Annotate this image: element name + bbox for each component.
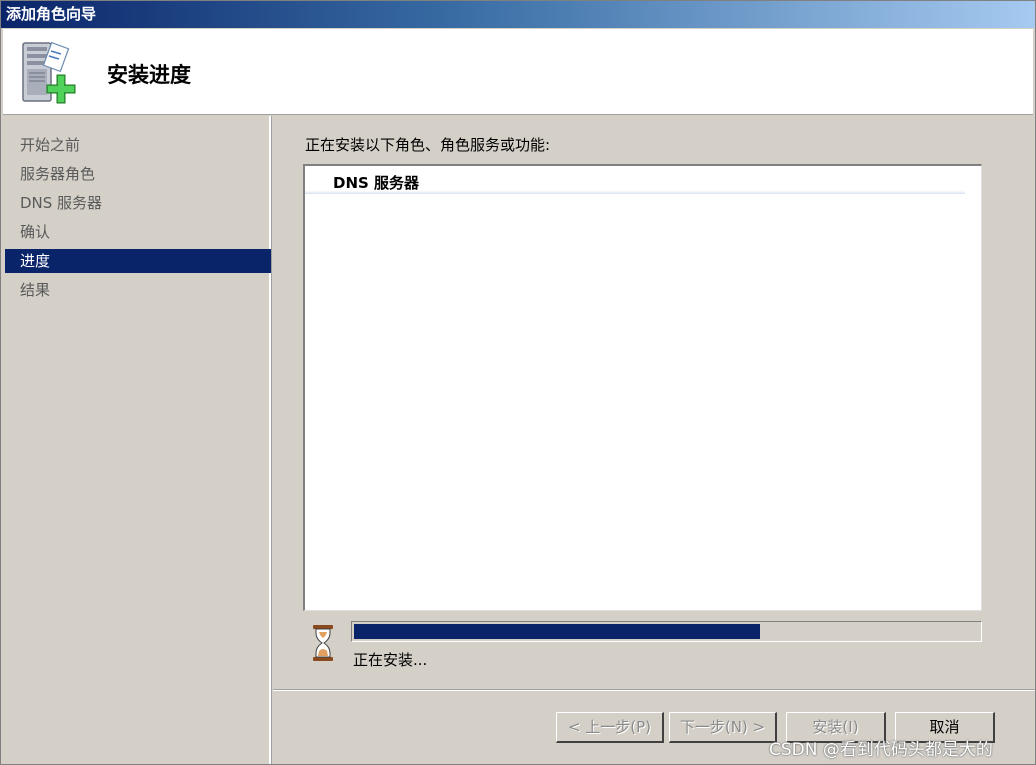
installing-items-list[interactable]: DNS 服务器 (303, 164, 982, 611)
hourglass-icon (313, 625, 333, 661)
footer-separator (273, 689, 1035, 691)
nav-step-server-roles[interactable]: 服务器角色 (5, 162, 271, 186)
nav-step-confirmation[interactable]: 确认 (5, 220, 271, 244)
next-button[interactable]: 下一步(N) > (669, 712, 777, 743)
nav-step-before-you-begin[interactable]: 开始之前 (5, 133, 271, 157)
installing-intro-label: 正在安装以下角色、角色服务或功能: (305, 136, 551, 154)
list-item-label: DNS 服务器 (333, 174, 420, 192)
watermark-text: CSDN @看到代码头都是大的 (769, 740, 993, 760)
previous-button[interactable]: < 上一步(P) (556, 712, 664, 743)
list-item: DNS 服务器 (305, 168, 965, 194)
nav-step-results[interactable]: 结果 (5, 278, 271, 302)
install-progress-bar (351, 621, 982, 642)
main-panel: 正在安装以下角色、角色服务或功能: DNS 服务器 正在安装... (273, 116, 1035, 691)
wizard-steps-nav: 开始之前 服务器角色 DNS 服务器 确认 进度 结果 (3, 116, 271, 764)
nav-step-progress[interactable]: 进度 (5, 249, 271, 273)
progress-fill (354, 624, 760, 639)
nav-step-dns-server[interactable]: DNS 服务器 (5, 191, 271, 215)
server-add-icon (22, 41, 76, 104)
wizard-header: 安装进度 (3, 29, 1033, 115)
install-status-text: 正在安装... (353, 651, 428, 669)
title-bar[interactable]: 添加角色向导 (1, 1, 1035, 28)
page-title: 安装进度 (107, 63, 191, 87)
window-title: 添加角色向导 (6, 5, 97, 23)
wizard-window: 添加角色向导 安装进度 开始之前 服务器角色 DNS 服务器 确认 进度 结果 (0, 0, 1036, 765)
